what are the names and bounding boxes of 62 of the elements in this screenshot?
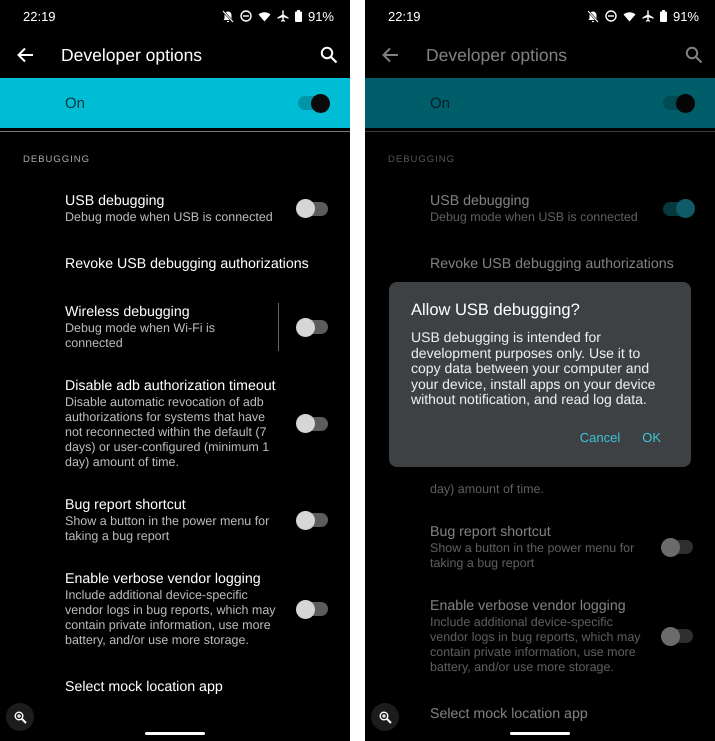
do-not-disturb-icon xyxy=(240,10,252,22)
setting-description: Include additional device-specific vendor logs in bug reports, which may contain private information, use more battery, and/or use more storage. xyxy=(430,615,641,675)
toggle-switch[interactable] xyxy=(298,416,328,430)
dialog-title: Allow USB debugging? xyxy=(411,301,581,320)
dialog-button[interactable]: Cancel xyxy=(572,424,628,450)
status-time: 22:19 xyxy=(23,8,57,24)
zoom-in-icon xyxy=(378,710,392,724)
setting-title: Revoke USB debugging authorizations xyxy=(65,255,310,273)
toggle-switch[interactable] xyxy=(663,629,693,643)
setting-title: Select mock location app xyxy=(65,678,224,696)
dialog-message: USB debugging is intended for development purposes only. Use it to copy data between your computer and your device, install apps on your device without notification, and read log data. xyxy=(411,330,656,408)
battery-icon xyxy=(294,10,302,22)
navigation-handle[interactable] xyxy=(145,732,205,735)
toggle-switch[interactable] xyxy=(298,602,328,616)
magnifier-button[interactable] xyxy=(371,703,399,731)
battery-percentage: 91% xyxy=(308,8,334,24)
setting-description: Debug mode when USB is connected xyxy=(430,210,639,225)
setting-title: Bug report shortcut xyxy=(430,523,552,541)
dialog-button[interactable]: OK xyxy=(634,424,669,450)
toggle-switch[interactable] xyxy=(298,320,328,334)
status-time: 22:19 xyxy=(388,8,422,24)
toggle-switch[interactable] xyxy=(298,202,328,216)
search-icon[interactable] xyxy=(320,46,338,64)
battery-percentage: 91% xyxy=(672,8,699,24)
magnifier-button[interactable] xyxy=(6,703,34,731)
section-header: DEBUGGING xyxy=(22,153,92,167)
setting-title: Revoke USB debugging authorizations xyxy=(430,255,675,273)
section-header: DEBUGGING xyxy=(387,153,456,167)
battery-icon xyxy=(660,10,667,22)
toggle-switch[interactable] xyxy=(663,202,693,216)
airplane-icon xyxy=(642,10,654,22)
navigation-handle[interactable] xyxy=(510,732,570,735)
setting-title: USB debugging xyxy=(65,192,166,210)
setting-title: Bug report shortcut xyxy=(65,496,187,514)
setting-description: Include additional device-specific vendor logs in bug reports, which may contain private information, use more battery, and/or use more storage. xyxy=(65,588,276,648)
bell-off-icon xyxy=(222,10,234,22)
toggle-switch[interactable] xyxy=(663,540,693,554)
wifi-icon xyxy=(622,10,636,22)
bell-off-icon xyxy=(586,10,599,22)
setting-title: Wireless debugging xyxy=(65,303,191,321)
setting-title: Enable verbose vendor logging xyxy=(430,597,627,615)
setting-description: Debug mode when Wi-Fi is connected xyxy=(65,321,216,351)
toggle-switch[interactable] xyxy=(298,513,328,527)
toggle-switch[interactable] xyxy=(663,96,693,110)
setting-title: Enable verbose vendor logging xyxy=(65,570,262,588)
wifi-icon xyxy=(258,10,271,22)
setting-title: USB debugging xyxy=(430,192,530,210)
main-switch-bar[interactable]: On xyxy=(0,78,350,128)
setting-description: Debug mode when USB is connected xyxy=(65,210,274,225)
setting-title: Select mock location app xyxy=(430,705,589,723)
screen-title: Developer options xyxy=(426,44,568,66)
back-arrow-icon[interactable] xyxy=(16,47,34,63)
setting-description: Show a button in the power menu for taking a bug report xyxy=(65,514,270,544)
airplane-icon xyxy=(276,10,289,22)
screen-title: Developer options xyxy=(61,44,204,66)
setting-description: day) amount of time. xyxy=(430,482,545,497)
zoom-in-icon xyxy=(14,710,26,724)
setting-description: Disable automatic revocation of adb authorizations for systems that have not reconnected within the default (7 days) or user-configured (minimum 1 day) amount of time. xyxy=(65,395,270,470)
do-not-disturb-icon xyxy=(604,10,617,22)
toggle-switch[interactable] xyxy=(298,96,328,110)
setting-title: Disable adb authorization timeout xyxy=(65,377,276,395)
setting-description: Show a button in the power menu for taking a bug report xyxy=(430,541,636,571)
